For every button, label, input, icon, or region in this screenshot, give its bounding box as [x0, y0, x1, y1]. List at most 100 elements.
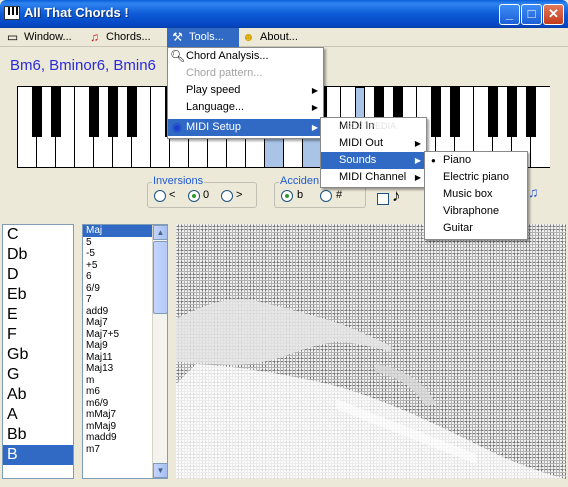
- menu-tools[interactable]: ⚒ Tools...: [167, 28, 239, 47]
- accidental-flat-radio[interactable]: [281, 190, 293, 202]
- inversion-zero-label: 0: [203, 189, 210, 201]
- window-icon: ▭: [6, 30, 19, 44]
- black-key[interactable]: [127, 87, 137, 137]
- accidental-sharp-label: #: [336, 189, 343, 201]
- menu-about[interactable]: ☻ About...: [238, 28, 312, 47]
- menu-item-chord-pattern: Chord pattern...: [168, 65, 323, 82]
- menu-item-sounds[interactable]: Sounds ▶: [321, 152, 426, 169]
- submenu-arrow-icon: ▶: [414, 173, 421, 182]
- menu-item-vibraphone[interactable]: Vibraphone: [425, 203, 527, 220]
- menu-item-label: Play speed: [186, 84, 241, 96]
- note-item[interactable]: Bb: [3, 425, 73, 445]
- chord-type-list[interactable]: Maj 5 -5 +5 6 6/9 7 add9 Maj7 Maj7+5 Maj…: [82, 224, 168, 479]
- accidentals-label: Acciden: [279, 175, 321, 187]
- notation-checkbox[interactable]: [377, 193, 389, 205]
- note-item[interactable]: Db: [3, 245, 73, 265]
- submenu-arrow-icon: ▶: [311, 103, 318, 112]
- inversion-prev-label: <: [169, 189, 176, 201]
- inversion-next-label: >: [236, 189, 243, 201]
- menu-item-label: Language...: [186, 101, 245, 113]
- inversion-zero-radio[interactable]: [188, 190, 200, 202]
- black-key[interactable]: [450, 87, 460, 137]
- menu-item-label: MIDI Out: [339, 137, 384, 149]
- menu-bar: ▭ Window... ♫ Chords... ⚒ Tools... ☻ Abo…: [0, 28, 568, 47]
- softpedia-watermark: SOFTPEDIA: [345, 121, 397, 131]
- submenu-arrow-icon: ▶: [414, 156, 421, 165]
- inversion-prev-radio[interactable]: [154, 190, 166, 202]
- black-key[interactable]: [89, 87, 99, 137]
- scroll-down-arrow[interactable]: ▼: [153, 463, 167, 478]
- submenu-arrow-icon: ▶: [311, 86, 318, 95]
- menu-item-midi-setup[interactable]: ◉ MIDI Setup ▶: [168, 119, 323, 136]
- black-key[interactable]: [32, 87, 42, 137]
- note-item[interactable]: Ab: [3, 385, 73, 405]
- scroll-thumb[interactable]: [153, 241, 167, 314]
- submenu-arrow-icon: ▶: [311, 123, 318, 132]
- menu-item-label: Guitar: [443, 222, 473, 234]
- note-item[interactable]: Gb: [3, 345, 73, 365]
- menu-item-midi-out[interactable]: MIDI Out ▶: [321, 135, 426, 152]
- smiley-icon: ☻: [242, 30, 255, 44]
- maximize-button[interactable]: □: [521, 4, 542, 25]
- menu-item-label: MIDI Setup: [186, 121, 242, 133]
- menu-item-label: Electric piano: [443, 171, 510, 183]
- hand-silhouette: [176, 299, 566, 479]
- piano-app-icon: [4, 6, 20, 20]
- black-key[interactable]: [431, 87, 441, 137]
- menu-chords[interactable]: ♫ Chords...: [84, 28, 162, 47]
- menu-item-label: Music box: [443, 188, 493, 200]
- chord-type-scrollbar[interactable]: ▲ ▼: [152, 225, 167, 478]
- note-item[interactable]: F: [3, 325, 73, 345]
- black-key[interactable]: [507, 87, 517, 137]
- menu-item-chord-analysis[interactable]: 🔍︎ Chord Analysis...: [168, 48, 323, 65]
- menu-chords-label: Chords...: [106, 31, 151, 43]
- accidental-sharp-radio[interactable]: [320, 190, 332, 202]
- menu-item-language[interactable]: Language... ▶: [168, 99, 323, 116]
- music-note-blue-icon[interactable]: ♫: [528, 184, 539, 200]
- menu-item-label: Piano: [443, 154, 472, 166]
- note-item[interactable]: A: [3, 405, 73, 425]
- menu-item-piano[interactable]: ● Piano: [425, 152, 527, 169]
- selected-bullet-icon: ●: [431, 156, 436, 165]
- menu-tools-label: Tools...: [189, 31, 224, 43]
- menu-item-music-box[interactable]: Music box: [425, 186, 527, 203]
- note-item[interactable]: G: [3, 365, 73, 385]
- magnifier-icon: 🔍︎: [170, 49, 186, 63]
- scroll-up-arrow[interactable]: ▲: [153, 225, 167, 240]
- menu-item-label: Chord pattern...: [186, 67, 263, 79]
- menu-item-label: Chord Analysis...: [186, 50, 269, 62]
- menu-item-play-speed[interactable]: Play speed ▶: [168, 82, 323, 99]
- black-key[interactable]: [108, 87, 118, 137]
- hand-on-piano-image: [176, 224, 566, 479]
- menu-item-midi-channel[interactable]: MIDI Channel ▶: [321, 169, 426, 186]
- menu-item-guitar[interactable]: Guitar: [425, 220, 527, 237]
- chord-name-display: Bm6, Bminor6, Bmin6: [10, 57, 156, 74]
- inversion-next-radio[interactable]: [221, 190, 233, 202]
- title-bar[interactable]: All That Chords ! _ □ ✕: [0, 0, 568, 28]
- window-title: All That Chords !: [24, 5, 129, 20]
- note-item[interactable]: E: [3, 305, 73, 325]
- tools-menu: 🔍︎ Chord Analysis... Chord pattern... Pl…: [167, 47, 324, 139]
- minimize-button[interactable]: _: [499, 4, 520, 25]
- midi-icon: ◉: [171, 120, 183, 134]
- menu-window-label: Window...: [24, 31, 72, 43]
- music-notes-icon: ♫: [90, 30, 99, 44]
- note-item-selected[interactable]: B: [3, 445, 73, 465]
- menu-item-electric-piano[interactable]: Electric piano: [425, 169, 527, 186]
- note-item[interactable]: C: [3, 225, 73, 245]
- menu-item-label: MIDI Channel: [339, 171, 407, 183]
- close-button[interactable]: ✕: [543, 4, 564, 25]
- black-key[interactable]: [488, 87, 498, 137]
- accidental-flat-label: b: [297, 189, 304, 201]
- menu-about-label: About...: [260, 31, 298, 43]
- tools-icon: ⚒: [172, 30, 183, 44]
- note-item[interactable]: D: [3, 265, 73, 285]
- black-key[interactable]: [526, 87, 536, 137]
- note-item[interactable]: Eb: [3, 285, 73, 305]
- sounds-submenu: ● Piano Electric piano Music box Vibraph…: [424, 151, 528, 240]
- root-note-list[interactable]: C Db D Eb E F Gb G Ab A Bb B: [2, 224, 74, 479]
- menu-item-label: Vibraphone: [443, 205, 500, 217]
- menu-item-label: Sounds: [339, 154, 377, 166]
- black-key[interactable]: [51, 87, 61, 137]
- menu-window[interactable]: ▭ Window...: [2, 28, 80, 47]
